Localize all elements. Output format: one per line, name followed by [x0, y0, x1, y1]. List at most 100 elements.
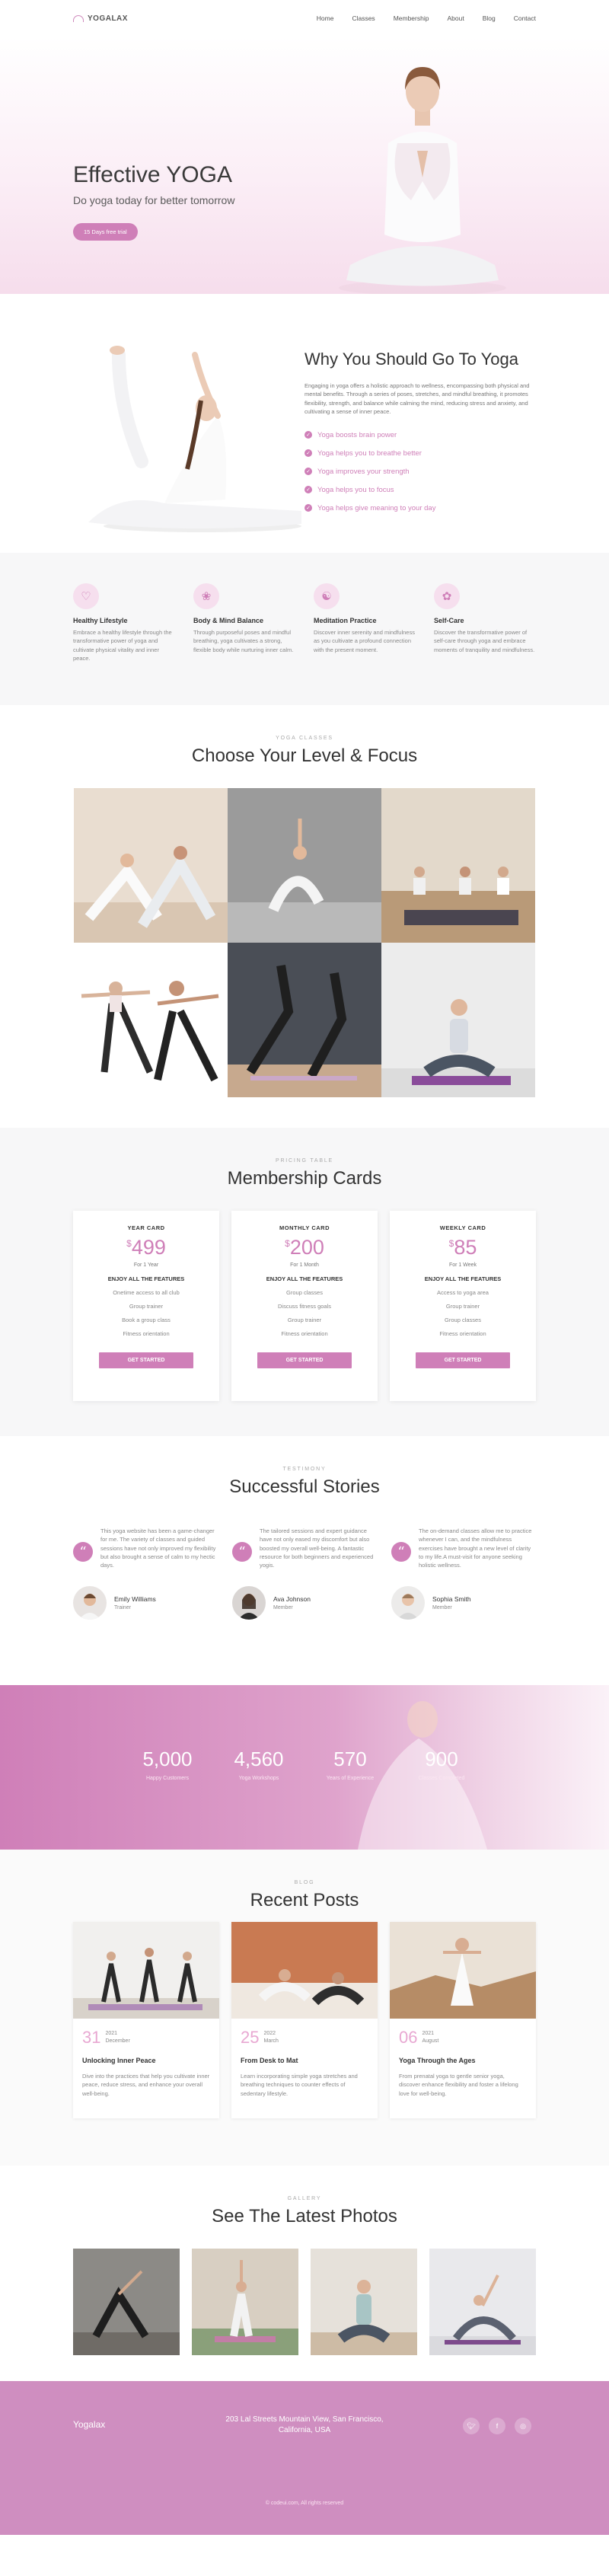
nav-home[interactable]: Home — [317, 14, 334, 22]
footer-address: 203 Lal Streets Mountain View, San Franc… — [198, 2415, 411, 2436]
get-started-button[interactable]: GET STARTED — [416, 1352, 510, 1368]
feature-title: Body & Mind Balance — [193, 617, 264, 624]
card-feature: Fitness orientation — [123, 1330, 170, 1337]
gallery-photo[interactable] — [73, 2249, 180, 2355]
pricing-card-weekly: WEEKLY CARD $85 For 1 Week ENJOY ALL THE… — [390, 1211, 536, 1401]
testimonial-role: Trainer — [114, 1605, 131, 1611]
testimonials-section: TESTIMONY Successful Stories “ This yoga … — [0, 1436, 609, 1685]
blog-kicker: BLOG — [294, 1880, 315, 1885]
card-feature: Group trainer — [287, 1317, 322, 1323]
gallery-photo[interactable] — [311, 2249, 417, 2355]
avatar — [73, 1586, 107, 1620]
hero-section: Effective YOGA Do yoga today for better … — [0, 37, 609, 294]
gallery-photo[interactable] — [192, 2249, 298, 2355]
class-photo[interactable] — [381, 788, 535, 943]
stat-value: 570 — [333, 1748, 367, 1770]
hero-title: Effective YOGA — [73, 162, 232, 187]
post-image — [73, 1922, 219, 2019]
card-feature: Book a group class — [122, 1317, 171, 1323]
testimonial-name: Emily Williams — [114, 1595, 156, 1604]
stat-value: 5,000 — [142, 1748, 193, 1770]
facebook-icon[interactable]: f — [489, 2418, 505, 2434]
list-item: ✓ Yoga improves your strength — [304, 462, 533, 480]
post-title[interactable]: From Desk to Mat — [241, 2057, 368, 2064]
card-feature: Discuss fitness goals — [277, 1303, 332, 1310]
stat-item: 5,000 Happy Customers — [137, 1748, 198, 1781]
card-price: $499 — [126, 1236, 166, 1259]
stat-item: 4,560 Yoga Workshops — [228, 1748, 289, 1781]
why-item-label: Yoga boosts brain power — [317, 430, 397, 439]
why-item-label: Yoga improves your strength — [317, 467, 410, 476]
testimonials-title: Successful Stories — [229, 1476, 380, 1497]
stat-value: 4,560 — [234, 1748, 284, 1770]
card-feature: Onetime access to all club — [113, 1289, 180, 1296]
features-section: ♡ Healthy Lifestyle Embrace a healthy li… — [0, 553, 609, 705]
card-period: For 1 Month — [290, 1262, 319, 1268]
card-period: For 1 Year — [133, 1262, 159, 1268]
stat-label: Yoga Workshops — [238, 1776, 279, 1781]
why-item-label: Yoga helps give meaning to your day — [317, 503, 436, 512]
nav-membership[interactable]: Membership — [394, 14, 429, 22]
nav-blog[interactable]: Blog — [483, 14, 496, 22]
footer-copyright: © codeui.com, All rights reserved — [265, 2501, 344, 2506]
stat-item: 570 Years of Experience — [320, 1748, 381, 1781]
blog-section: BLOG Recent Posts 31 2021 December Unlocki… — [0, 1850, 609, 2166]
main-nav: Home Classes Membership About Blog Conta… — [317, 14, 536, 22]
card-name: MONTHLY CARD — [279, 1224, 330, 1231]
gallery-photo[interactable] — [429, 2249, 536, 2355]
why-item-label: Yoga helps you to breathe better — [317, 448, 422, 458]
list-item: ✓ Yoga helps you to breathe better — [304, 444, 533, 462]
twitter-icon[interactable]: 🐦︎ — [463, 2418, 480, 2434]
brand-logo[interactable]: YOGALAX — [73, 14, 128, 23]
quote-icon: “ — [391, 1542, 411, 1562]
post-title[interactable]: Yoga Through the Ages — [399, 2057, 527, 2064]
card-features-title: ENJOY ALL THE FEATURES — [107, 1275, 185, 1282]
footer-brand[interactable]: Yogalax — [73, 2419, 105, 2430]
feature-card: ✿ Self-Care Discover the transformative … — [434, 583, 536, 662]
testimonial: “ The tailored sessions and expert guidan… — [232, 1527, 377, 1620]
classes-title: Choose Your Level & Focus — [191, 745, 418, 766]
blog-title: Recent Posts — [250, 1890, 359, 1910]
post-day: 25 — [241, 2028, 260, 2047]
get-started-button[interactable]: GET STARTED — [257, 1352, 352, 1368]
footer-address-line2: California, USA — [278, 2426, 331, 2434]
stat-label: Classes Completed — [418, 1776, 465, 1781]
class-photo[interactable] — [228, 943, 381, 1097]
check-icon: ✓ — [304, 449, 312, 458]
class-photo[interactable] — [74, 943, 228, 1097]
nav-about[interactable]: About — [447, 14, 464, 22]
card-price: $85 — [448, 1236, 477, 1259]
why-title: Why You Should Go To Yoga — [304, 350, 518, 369]
blog-post-card[interactable]: 06 2021 August Yoga Through the Ages From … — [390, 1922, 536, 2118]
feature-title: Meditation Practice — [314, 617, 377, 624]
post-year: 2021 — [105, 2030, 118, 2036]
nav-classes[interactable]: Classes — [352, 14, 375, 22]
class-photo[interactable] — [74, 788, 228, 943]
pricing-title: Membership Cards — [227, 1168, 382, 1189]
classes-section: YOGA CLASSES Choose Your Level & Focus — [0, 705, 609, 1128]
meditation-icon: ☯ — [314, 583, 340, 609]
card-name: WEEKLY CARD — [439, 1224, 486, 1231]
post-year: 2022 — [263, 2030, 276, 2036]
pricing-kicker: PRICING TABLE — [275, 1158, 334, 1164]
gallery-kicker: GALLERY — [287, 2196, 322, 2201]
card-feature: Group trainer — [445, 1303, 480, 1310]
instagram-icon[interactable]: ◎ — [515, 2418, 531, 2434]
free-trial-button[interactable]: 15 Days free trial — [73, 223, 138, 241]
class-photo[interactable] — [228, 788, 381, 943]
testimonial-text: This yoga website has been a game-change… — [100, 1527, 216, 1569]
post-year: 2021 — [422, 2030, 435, 2036]
class-photo[interactable] — [381, 943, 535, 1097]
nav-contact[interactable]: Contact — [514, 14, 536, 22]
get-started-button[interactable]: GET STARTED — [99, 1352, 193, 1368]
stat-label: Years of Experience — [326, 1776, 375, 1781]
post-title[interactable]: Unlocking Inner Peace — [82, 2057, 210, 2064]
post-excerpt: Dive into the practices that help you cu… — [82, 2073, 210, 2097]
testimonial-text: The on-demand classes allow me to practi… — [419, 1527, 532, 1569]
avatar — [232, 1586, 266, 1620]
blog-post-card[interactable]: 31 2021 December Unlocking Inner Peace Div… — [73, 1922, 219, 2118]
check-icon: ✓ — [304, 431, 312, 439]
blog-post-card[interactable]: 25 2022 March From Desk to Mat Learn incor… — [231, 1922, 378, 2118]
why-yoga-pose-image — [88, 346, 301, 532]
logo-icon — [73, 14, 84, 22]
